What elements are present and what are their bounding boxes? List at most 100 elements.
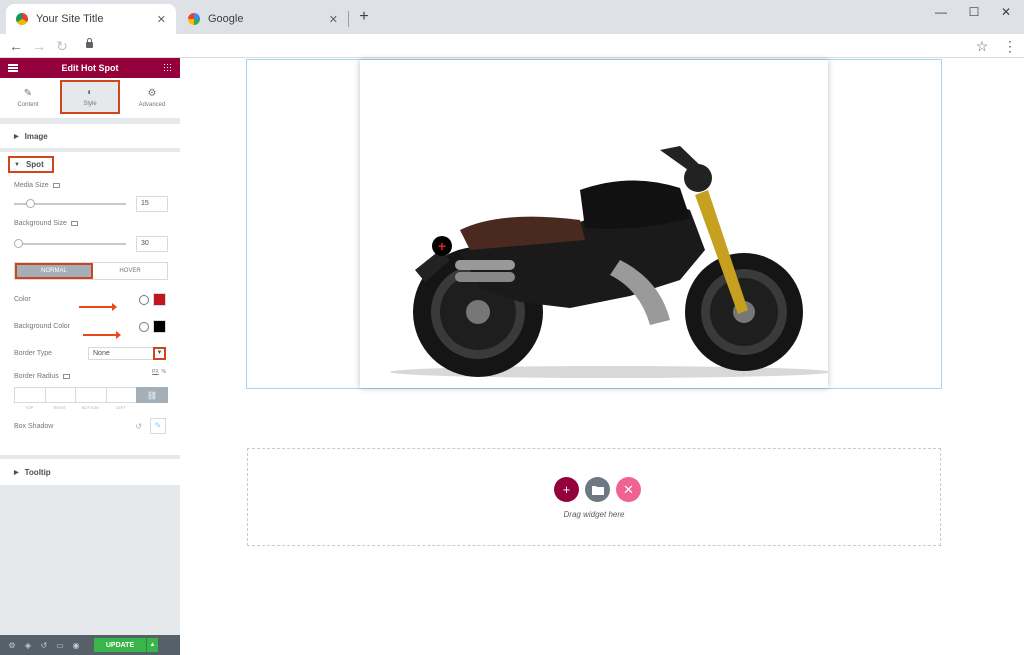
border-type-value: None bbox=[93, 350, 110, 357]
motorcycle-image bbox=[390, 146, 830, 378]
maximize-button[interactable]: ☐ bbox=[967, 5, 981, 19]
border-radius-label-row: Border Radius PX % bbox=[0, 367, 180, 383]
media-size-slider[interactable] bbox=[14, 199, 126, 208]
spot-header-highlight: ▼ Spot bbox=[8, 156, 54, 173]
background-size-slider[interactable] bbox=[14, 239, 126, 248]
unit-px[interactable]: PX bbox=[152, 369, 159, 375]
history-icon[interactable]: ↺ bbox=[36, 635, 52, 655]
panel-title: Edit Hot Spot bbox=[61, 63, 119, 73]
radius-left-input[interactable] bbox=[105, 387, 136, 403]
caret-up-icon[interactable]: ▲ bbox=[146, 638, 158, 652]
new-tab-button[interactable]: + bbox=[356, 9, 372, 25]
lock-icon bbox=[86, 38, 93, 48]
dim-label: LEFT bbox=[115, 405, 126, 410]
chevron-down-icon[interactable]: ▼ bbox=[153, 347, 166, 360]
tab-advanced[interactable]: ⚙ Advanced bbox=[124, 78, 180, 118]
section-image-header[interactable]: ▶ Image bbox=[0, 124, 180, 148]
edit-pencil-icon[interactable]: ✎ bbox=[150, 418, 166, 434]
tab-label: Advanced bbox=[138, 102, 166, 108]
global-colors-icon[interactable] bbox=[139, 321, 149, 332]
section-title: Spot bbox=[25, 160, 44, 169]
background-size-label: Background Size bbox=[14, 220, 67, 227]
template-kit-button[interactable]: ✕ bbox=[616, 477, 641, 502]
update-button[interactable]: UPDATE bbox=[94, 638, 146, 652]
background-size-label-row: Background Size bbox=[0, 214, 180, 234]
desktop-icon[interactable] bbox=[62, 373, 70, 379]
browser-toolbar: ← → ↻ ☆ ⋮ bbox=[0, 34, 1024, 58]
preview-eye-icon[interactable]: ◉ bbox=[68, 635, 84, 655]
hamburger-menu-icon[interactable] bbox=[8, 64, 18, 72]
dim-label: BOTTOM bbox=[81, 405, 99, 410]
background-size-input[interactable]: 30 bbox=[136, 236, 168, 252]
reset-icon[interactable]: ↺ bbox=[135, 422, 142, 431]
border-type-select[interactable]: None ▼ bbox=[88, 347, 166, 360]
radius-bottom-input[interactable] bbox=[75, 387, 106, 403]
layers-icon[interactable]: ◈ bbox=[20, 635, 36, 655]
browser-menu-button[interactable]: ⋮ bbox=[1002, 37, 1018, 55]
folder-icon[interactable] bbox=[585, 477, 610, 502]
color-swatch[interactable] bbox=[153, 293, 166, 306]
browser-tab-google[interactable]: Google ✕ bbox=[178, 4, 348, 34]
panel-header: Edit Hot Spot bbox=[0, 58, 180, 78]
annotation-arrow bbox=[79, 303, 117, 311]
media-size-input[interactable]: 15 bbox=[136, 196, 168, 212]
desktop-icon[interactable] bbox=[52, 183, 60, 188]
hover-tab[interactable]: HOVER bbox=[93, 263, 167, 279]
minimize-button[interactable]: — bbox=[934, 5, 948, 19]
tab-label: Content bbox=[17, 102, 39, 108]
tab-style[interactable]: ◐ Style bbox=[60, 80, 120, 114]
hotspot-image[interactable]: + bbox=[360, 60, 830, 388]
border-radius-dim-labels: TOP RIGHT BOTTOM LEFT bbox=[14, 405, 168, 410]
forward-button[interactable]: → bbox=[31, 37, 47, 55]
back-button[interactable]: ← bbox=[8, 37, 24, 55]
section-spot-header[interactable]: ▼ Spot bbox=[0, 155, 180, 174]
slider-handle[interactable] bbox=[14, 239, 23, 248]
add-section-button[interactable]: + bbox=[554, 477, 579, 502]
tab-divider bbox=[348, 11, 349, 27]
slider-handle[interactable] bbox=[26, 199, 35, 208]
address-bar[interactable] bbox=[78, 36, 966, 56]
section-tooltip-header[interactable]: ▶ Tooltip bbox=[0, 459, 180, 485]
widgets-grid-icon[interactable] bbox=[163, 63, 172, 72]
link-values-icon[interactable]: ⛓ bbox=[136, 387, 168, 403]
media-size-label-row: Media Size bbox=[0, 174, 180, 194]
global-colors-icon[interactable] bbox=[139, 294, 149, 305]
radius-top-input[interactable] bbox=[14, 387, 45, 403]
background-color-label: Background Color bbox=[14, 323, 71, 330]
normal-tab[interactable]: NORMAL bbox=[15, 263, 93, 279]
window-close-button[interactable]: ✕ bbox=[999, 5, 1013, 19]
caret-down-icon: ▼ bbox=[14, 161, 20, 168]
desktop-icon[interactable] bbox=[70, 221, 78, 226]
hotspot-marker[interactable]: + bbox=[432, 236, 452, 256]
browser-tab-site[interactable]: Your Site Title ✕ bbox=[6, 4, 176, 34]
panel-footer: ⚙ ◈ ↺ ▭ ◉ UPDATE ▲ bbox=[0, 635, 180, 655]
tab-label: Style bbox=[83, 101, 97, 107]
panel-tabs: ✎ Content ◐ Style ⚙ Advanced bbox=[0, 78, 180, 118]
browser-tab-bar: Your Site Title ✕ Google ✕ + — ☐ ✕ bbox=[0, 0, 1024, 34]
google-favicon-icon bbox=[188, 13, 200, 25]
border-radius-label: Border Radius bbox=[14, 372, 59, 380]
radius-right-input[interactable] bbox=[44, 387, 75, 403]
background-color-swatch[interactable] bbox=[153, 320, 166, 333]
color-control: Color bbox=[0, 286, 180, 313]
editor-canvas: + + ✕ Drag widget here bbox=[180, 58, 1024, 655]
tab-close-icon[interactable]: ✕ bbox=[329, 13, 338, 26]
bookmark-star-icon[interactable]: ☆ bbox=[974, 37, 990, 55]
pencil-icon: ✎ bbox=[23, 88, 33, 99]
responsive-icon[interactable]: ▭ bbox=[52, 635, 68, 655]
border-type-label: Border Type bbox=[14, 350, 53, 357]
empty-drop-zone[interactable]: + ✕ Drag widget here bbox=[247, 448, 941, 546]
dim-label: RIGHT bbox=[53, 405, 66, 410]
section-tooltip: ▶ Tooltip bbox=[0, 459, 180, 485]
unit-percent[interactable]: % bbox=[162, 369, 166, 375]
reload-button[interactable]: ↻ bbox=[54, 37, 70, 55]
half-circle-icon: ◐ bbox=[86, 87, 94, 98]
settings-icon[interactable]: ⚙ bbox=[4, 635, 20, 655]
chrome-favicon-icon bbox=[16, 13, 28, 25]
tab-close-icon[interactable]: ✕ bbox=[157, 13, 166, 26]
editor-panel: Edit Hot Spot ✎ Content ◐ Style ⚙ Advanc… bbox=[0, 58, 180, 655]
caret-right-icon: ▶ bbox=[14, 469, 19, 476]
tab-content[interactable]: ✎ Content bbox=[0, 78, 56, 118]
section-title: Tooltip bbox=[24, 467, 51, 477]
section-image: ▶ Image bbox=[0, 124, 180, 148]
